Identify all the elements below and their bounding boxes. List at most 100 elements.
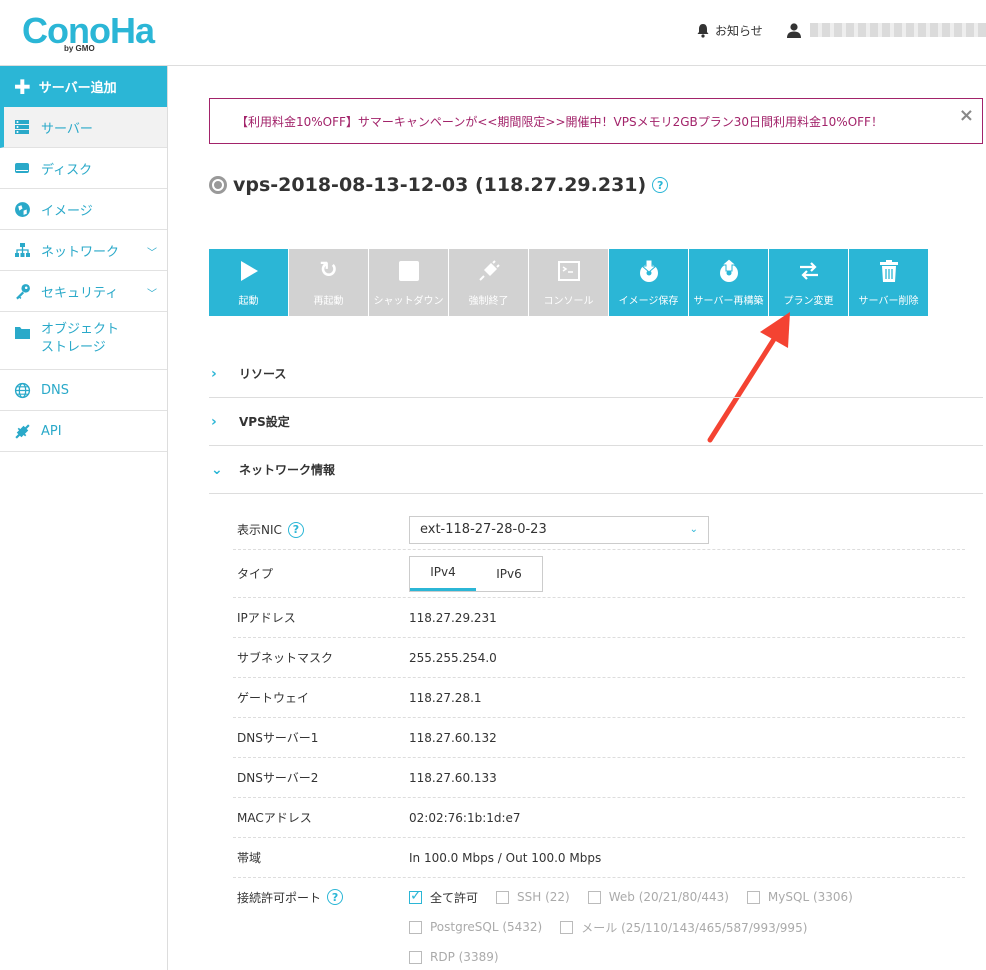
- network-icon: [13, 241, 31, 259]
- gateway-label: ゲートウェイ: [237, 691, 310, 705]
- console-button[interactable]: コンソール: [529, 249, 608, 316]
- user-icon: [787, 23, 801, 38]
- gateway-value: 118.27.28.1: [409, 690, 482, 705]
- dns2-row: DNSサーバー2 118.27.60.133: [233, 758, 965, 798]
- subnet-row: サブネットマスク 255.255.254.0: [233, 638, 965, 678]
- dns1-value: 118.27.60.132: [409, 730, 497, 745]
- server-title: vps-2018-08-13-12-03 (118.27.29.231): [233, 174, 647, 196]
- sidebar-item-label: イメージ: [41, 203, 93, 219]
- chevron-down-icon: ⌄: [689, 524, 698, 535]
- sidebar-item-dns[interactable]: DNS: [0, 370, 167, 411]
- logo-byline: by GMO: [64, 44, 95, 53]
- shutdown-button[interactable]: シャットダウン: [369, 249, 448, 316]
- ip-version-tabs: IPv4 IPv6: [409, 555, 543, 592]
- mac-label: MACアドレス: [237, 811, 312, 825]
- start-label: 起動: [238, 295, 259, 307]
- user-menu[interactable]: [786, 22, 986, 38]
- help-icon[interactable]: ?: [652, 177, 669, 193]
- type-row: タイプ IPv4 IPv6: [233, 550, 965, 598]
- close-icon[interactable]: ×: [959, 105, 974, 126]
- force-stop-button[interactable]: 強制終了: [449, 249, 528, 316]
- change-plan-button[interactable]: プラン変更: [769, 249, 848, 316]
- port-postgres-checkbox[interactable]: PostgreSQL (5432): [409, 920, 542, 934]
- sidebar-item-label: DNS: [41, 382, 69, 398]
- bandwidth-label: 帯域: [237, 851, 262, 865]
- nic-value: ext-118-27-28-0-23: [420, 522, 547, 537]
- image-save-icon: [637, 259, 661, 283]
- notice-link[interactable]: お知らせ: [696, 22, 763, 39]
- chevron-right-icon: ›: [211, 365, 217, 382]
- server-action-toolbar: 起動 ↻ 再起動 シャットダウン 強制終了 コンソール イメージ保存 サーバー再…: [209, 249, 928, 316]
- globe-icon: [13, 200, 31, 218]
- key-icon: [13, 282, 31, 300]
- ports-label: 接続許可ポート: [237, 890, 322, 905]
- shutdown-label: シャットダウン: [373, 295, 444, 307]
- chevron-down-icon: ﹀: [147, 289, 157, 300]
- chevron-right-icon: ›: [211, 413, 217, 430]
- port-rdp-checkbox[interactable]: RDP (3389): [409, 950, 499, 964]
- nic-label: 表示NIC: [237, 523, 282, 537]
- console-label: コンソール: [543, 295, 594, 307]
- port-postgres-label: PostgreSQL (5432): [430, 920, 543, 934]
- sidebar-item-label: API: [41, 423, 62, 439]
- power-status-icon: [209, 176, 227, 194]
- delete-server-button[interactable]: サーバー削除: [849, 249, 928, 316]
- mac-value: 02:02:76:1b:1d:e7: [409, 810, 521, 825]
- dns-globe-icon: [13, 381, 31, 399]
- swap-arrows-icon: [798, 259, 820, 283]
- rebuild-server-button[interactable]: サーバー再構築: [689, 249, 768, 316]
- vps-settings-label: VPS設定: [239, 415, 290, 429]
- change-plan-label: プラン変更: [783, 295, 834, 307]
- delete-server-label: サーバー削除: [858, 295, 919, 307]
- subnet-value: 255.255.254.0: [409, 650, 497, 665]
- tab-ipv4[interactable]: IPv4: [410, 557, 476, 591]
- rebuild-icon: [717, 258, 741, 283]
- help-icon[interactable]: ?: [287, 521, 304, 538]
- save-image-button[interactable]: イメージ保存: [609, 249, 688, 316]
- sidebar-item-disk[interactable]: ディスク: [0, 148, 167, 189]
- port-ssh-checkbox[interactable]: SSH (22): [496, 890, 570, 904]
- force-stop-label: 強制終了: [468, 295, 509, 307]
- sidebar-item-label: セキュリティ: [41, 285, 119, 301]
- tab-ipv6[interactable]: IPv6: [476, 557, 542, 591]
- port-all-checkbox[interactable]: 全て許可: [409, 888, 478, 906]
- sidebar-item-server[interactable]: サーバー: [0, 107, 167, 148]
- checkbox-icon: [587, 890, 601, 904]
- checkbox-icon: [746, 890, 760, 904]
- port-web-checkbox[interactable]: Web (20/21/80/443): [587, 890, 729, 904]
- bell-icon: [697, 24, 709, 38]
- dns1-row: DNSサーバー1 118.27.60.132: [233, 718, 965, 758]
- ip-label: IPアドレス: [237, 611, 296, 625]
- vps-settings-section[interactable]: › VPS設定: [209, 398, 983, 446]
- user-name-redacted: [810, 23, 986, 37]
- checkbox-icon: [560, 920, 574, 934]
- sidebar-item-image[interactable]: イメージ: [0, 189, 167, 230]
- start-button[interactable]: 起動: [209, 249, 288, 316]
- chevron-down-icon: ﹀: [147, 248, 157, 259]
- server-icon: [13, 118, 31, 136]
- ip-value: 118.27.29.231: [409, 610, 497, 625]
- bandwidth-row: 帯域 In 100.0 Mbps / Out 100.0 Mbps: [233, 838, 965, 878]
- play-icon: [239, 259, 259, 283]
- sidebar-item-object-storage[interactable]: オブジェクト ストレージ: [0, 312, 167, 370]
- allowed-ports: 全て許可 SSH (22) Web (20/21/80/443) MySQL (…: [409, 886, 969, 970]
- save-image-label: イメージ保存: [618, 295, 679, 307]
- folder-icon: [13, 323, 31, 341]
- add-server-button[interactable]: ✚ サーバー追加: [0, 66, 167, 107]
- sidebar: ✚ サーバー追加 サーバー ディスク イメージ ネットワーク ﹀ セキュリティ …: [0, 66, 168, 970]
- port-mail-checkbox[interactable]: メール (25/110/143/465/587/993/995): [560, 919, 807, 936]
- resources-section[interactable]: › リソース: [209, 350, 983, 398]
- banner-text[interactable]: 【利用料金10%OFF】サマーキャンペーンが<<期間限定>>開催中！VPSメモリ…: [236, 113, 883, 130]
- network-info-section[interactable]: ⌄ ネットワーク情報: [209, 446, 983, 494]
- sidebar-item-label: ディスク: [41, 162, 93, 178]
- restart-button[interactable]: ↻ 再起動: [289, 249, 368, 316]
- sidebar-item-api[interactable]: API: [0, 411, 167, 452]
- help-icon[interactable]: ?: [327, 889, 344, 905]
- rebuild-label: サーバー再構築: [693, 295, 764, 307]
- page-title: vps-2018-08-13-12-03 (118.27.29.231) ?: [209, 174, 669, 196]
- sidebar-item-network[interactable]: ネットワーク ﹀: [0, 230, 167, 271]
- nic-select[interactable]: ext-118-27-28-0-23 ⌄: [409, 515, 709, 544]
- port-web-label: Web (20/21/80/443): [608, 890, 729, 904]
- port-mysql-checkbox[interactable]: MySQL (3306): [746, 890, 853, 904]
- sidebar-item-security[interactable]: セキュリティ ﹀: [0, 271, 167, 312]
